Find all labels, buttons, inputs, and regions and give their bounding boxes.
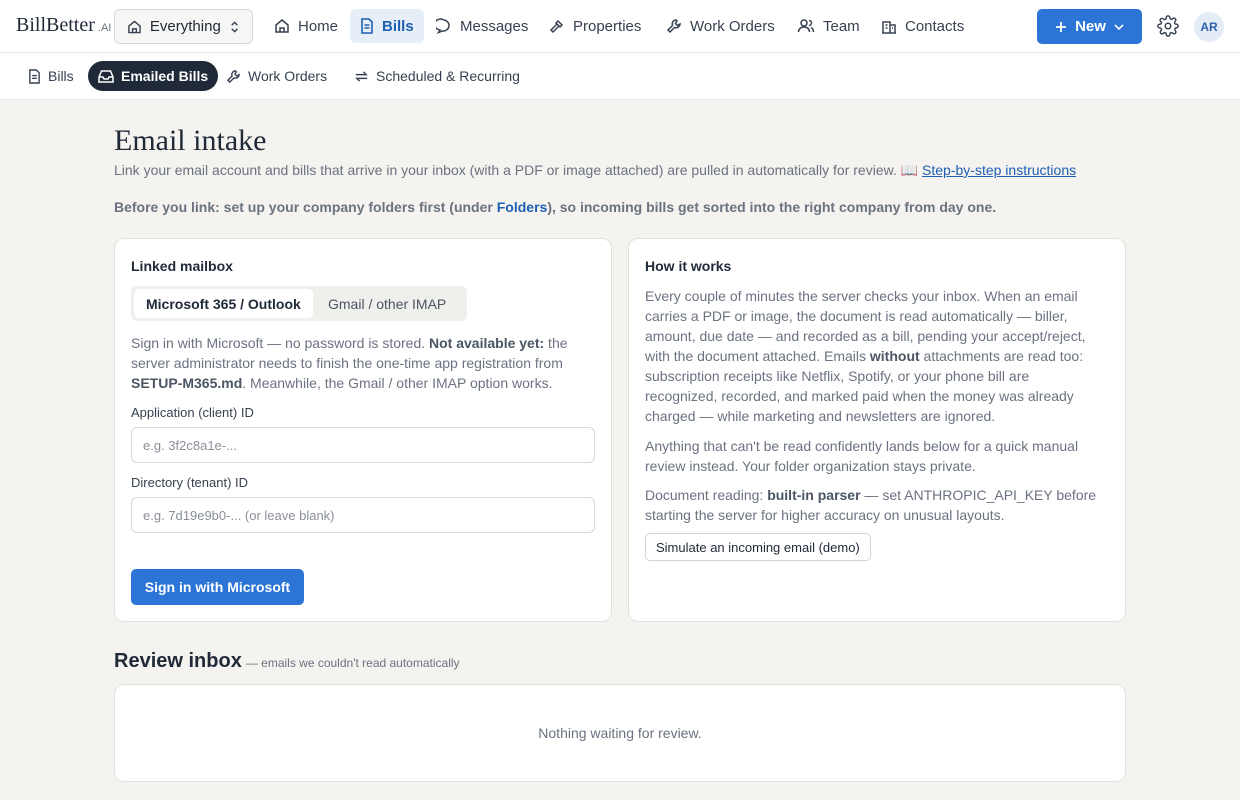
client-id-label: Application (client) ID	[131, 405, 254, 420]
tab-microsoft-365[interactable]: Microsoft 365 / Outlook	[134, 289, 313, 318]
subnav-bills[interactable]: Bills	[18, 61, 84, 91]
subnav-emailed-bills[interactable]: Emailed Bills	[88, 61, 219, 91]
home-icon	[275, 19, 289, 33]
linked-mailbox-card: Linked mailbox Microsoft 365 / Outlook G…	[114, 238, 612, 622]
brand-suffix: .AI	[97, 22, 112, 34]
setup-file-name: SETUP-M365.md	[131, 375, 243, 391]
nav-bills-label: Bills	[382, 17, 414, 35]
wrench-icon	[226, 69, 240, 83]
chevron-up-down-icon	[231, 20, 238, 33]
subnav-work-orders-label: Work Orders	[248, 68, 328, 84]
review-inbox-heading: Review inbox — emails we couldn't read au…	[114, 650, 460, 673]
review-inbox-title: Review inbox	[114, 650, 242, 672]
client-id-input[interactable]	[131, 427, 595, 463]
avatar[interactable]: AR	[1194, 12, 1224, 42]
repeat-icon	[355, 70, 368, 82]
nav-contacts[interactable]: Contacts	[871, 9, 974, 43]
home-icon	[128, 19, 141, 33]
how-it-works-title: How it works	[645, 258, 732, 274]
subnav-work-orders[interactable]: Work Orders	[216, 61, 337, 91]
document-icon	[361, 18, 373, 34]
how-paragraph-3: Document reading: built-in parser — set …	[645, 485, 1105, 525]
intro-text: Link your email account and bills that a…	[114, 162, 923, 178]
nav-team[interactable]: Team	[787, 9, 870, 43]
mailbox-description: Sign in with Microsoft — no password is …	[131, 333, 591, 393]
review-empty-state: Nothing waiting for review.	[538, 725, 702, 741]
subnav-scheduled-label: Scheduled & Recurring	[376, 68, 520, 84]
brand-name: BillBetter	[16, 14, 95, 36]
how-paragraph-2: Anything that can't be read confidently …	[645, 438, 1079, 474]
nav-work-orders[interactable]: Work Orders	[656, 9, 785, 43]
tab-gmail-imap[interactable]: Gmail / other IMAP	[316, 289, 458, 318]
workspace-selector[interactable]: Everything	[114, 9, 253, 44]
nav-bills[interactable]: Bills	[350, 9, 424, 43]
building-icon	[882, 21, 896, 34]
nav-team-label: Team	[823, 17, 860, 35]
parser-name: built-in parser	[767, 487, 861, 503]
setup-warning: Before you link: set up your company fol…	[114, 199, 996, 215]
subnav-bills-label: Bills	[48, 68, 74, 84]
hammer-icon	[549, 19, 564, 34]
instructions-link[interactable]: Step-by-step instructions	[922, 162, 1076, 178]
how-text: Document reading:	[645, 487, 768, 503]
workspace-label: Everything	[149, 18, 221, 35]
brand-logo[interactable]: BillBetter .AI	[16, 14, 111, 37]
nav-messages[interactable]: Messages	[426, 9, 538, 43]
gear-icon[interactable]	[1157, 15, 1179, 37]
chat-bubble-icon	[436, 18, 450, 34]
wrench-icon	[666, 19, 681, 34]
nav-messages-label: Messages	[460, 17, 529, 35]
new-button-label: New	[1075, 18, 1106, 35]
mailbox-card-title: Linked mailbox	[131, 258, 233, 274]
top-bar: BillBetter .AI Everything Home Bills Mess…	[0, 0, 1240, 53]
nav-properties[interactable]: Properties	[539, 9, 651, 43]
warning-pre: Before you link: set up your company fol…	[114, 199, 497, 215]
desc-part: . Meanwhile, the Gmail / other IMAP opti…	[242, 375, 553, 391]
subnav-emailed-bills-label: Emailed Bills	[121, 68, 209, 84]
document-icon	[29, 68, 40, 84]
how-paragraph-1: Every couple of minutes the server check…	[645, 286, 1105, 426]
warning-post: ), so incoming bills get sorted into the…	[547, 199, 997, 215]
tenant-id-label: Directory (tenant) ID	[131, 475, 249, 490]
nav-home-label: Home	[298, 17, 339, 35]
subnav-scheduled-recurring[interactable]: Scheduled & Recurring	[344, 61, 530, 91]
review-inbox-card: Nothing waiting for review.	[114, 684, 1126, 782]
sub-nav-bar: Bills Emailed Bills Work Orders Schedule…	[0, 53, 1240, 100]
users-icon	[797, 19, 815, 33]
simulate-email-button[interactable]: Simulate an incoming email (demo)	[645, 533, 871, 561]
page-title: Email intake	[114, 124, 267, 157]
provider-tabs: Microsoft 365 / Outlook Gmail / other IM…	[131, 286, 467, 321]
chevron-down-icon	[1114, 23, 1124, 30]
how-emphasis: without	[869, 348, 920, 364]
not-available-label: Not available yet:	[429, 335, 545, 351]
nav-home[interactable]: Home	[264, 9, 348, 43]
page-intro: Link your email account and bills that a…	[114, 162, 1076, 179]
sign-in-microsoft-button[interactable]: Sign in with Microsoft	[131, 569, 304, 605]
inbox-icon	[98, 70, 114, 83]
nav-properties-label: Properties	[573, 17, 642, 35]
how-it-works-card: How it works Every couple of minutes the…	[628, 238, 1126, 622]
nav-work-orders-label: Work Orders	[690, 17, 775, 35]
desc-part: Sign in with Microsoft — no password is …	[131, 335, 430, 351]
nav-contacts-label: Contacts	[905, 17, 965, 35]
folders-link[interactable]: Folders	[497, 199, 548, 215]
plus-icon	[1056, 21, 1067, 32]
review-inbox-subtitle: — emails we couldn't read automatically	[245, 656, 460, 670]
new-button[interactable]: New	[1037, 9, 1142, 44]
tenant-id-input[interactable]	[131, 497, 595, 533]
